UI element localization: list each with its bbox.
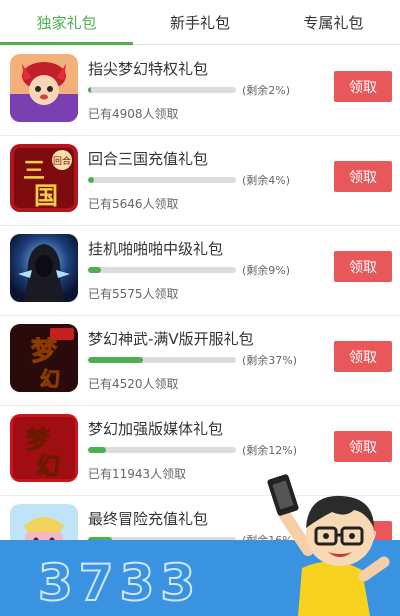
dream-logo-icon: 梦 幻 — [10, 324, 78, 392]
tab-special-gifts[interactable]: 专属礼包 — [267, 0, 400, 44]
gift-title: 回合三国充值礼包 — [88, 150, 209, 168]
svg-text:国: 国 — [34, 182, 58, 210]
claimed-count: 已有5575人领取 — [88, 287, 179, 301]
mascot-character-icon — [262, 458, 400, 616]
tab-exclusive-gifts[interactable]: 独家礼包 — [0, 0, 134, 45]
gift-title: 最终冒险充值礼包 — [88, 510, 209, 528]
remaining-label: (剩余9%) — [242, 264, 291, 277]
svg-text:回合: 回合 — [53, 155, 71, 167]
gift-title: 挂机啪啪啪中级礼包 — [88, 240, 224, 258]
banner-logo: 3733 — [37, 554, 202, 612]
remaining-progress-bar — [88, 87, 236, 93]
tab-bar: 独家礼包 新手礼包 专属礼包 — [0, 0, 400, 45]
svg-text:梦: 梦 — [26, 426, 51, 454]
claimed-count: 已有11943人领取 — [88, 467, 187, 481]
gift-title: 梦幻加强版媒体礼包 — [88, 420, 224, 438]
remaining-label: (剩余12%) — [242, 444, 298, 457]
claimed-count: 已有4908人领取 — [88, 107, 179, 121]
svg-text:幻: 幻 — [36, 452, 60, 480]
remaining-progress-bar — [88, 177, 236, 183]
list-item: 回合 三 国 回合三国充值礼包 (剩余4%) 已有5646人领取 领取 — [0, 136, 400, 226]
claim-button[interactable]: 领取 — [334, 341, 392, 372]
claimed-count: 已有4520人领取 — [88, 377, 179, 391]
remaining-label: (剩余4%) — [242, 174, 291, 187]
gift-title: 指尖梦幻特权礼包 — [88, 60, 209, 78]
list-item: 梦 幻 梦幻神武-满V版开服礼包 (剩余37%) 已有4520人领取 领取 — [0, 316, 400, 406]
list-item: 指尖梦幻特权礼包 (剩余2%) 已有4908人领取 领取 — [0, 46, 400, 136]
tab-newbie-gifts[interactable]: 新手礼包 — [133, 0, 266, 44]
remaining-label: (剩余2%) — [242, 84, 291, 97]
list-item: 挂机啪啪啪中级礼包 (剩余9%) 已有5575人领取 领取 — [0, 226, 400, 316]
gift-title: 梦幻神武-满V版开服礼包 — [88, 330, 254, 348]
remaining-progress-bar — [88, 267, 236, 273]
claimed-count: 已有5646人领取 — [88, 197, 179, 211]
remaining-label: (剩余37%) — [242, 354, 298, 367]
gift-list-screen: 独家礼包 新手礼包 专属礼包 指尖梦幻特权礼包 (剩余2%) 已有4908人领取… — [0, 0, 400, 616]
dream-logo-icon: 梦 幻 — [10, 414, 78, 482]
svg-text:梦: 梦 — [31, 337, 58, 367]
hooded-figure-icon — [10, 234, 78, 302]
remaining-progress-bar — [88, 447, 236, 453]
svg-text:三: 三 — [23, 159, 45, 184]
three-kingdoms-logo-icon: 回合 三 国 — [10, 144, 78, 212]
cartoon-character-icon — [10, 54, 78, 122]
claim-button[interactable]: 领取 — [334, 161, 392, 192]
claim-button[interactable]: 领取 — [334, 71, 392, 102]
svg-text:幻: 幻 — [40, 367, 60, 391]
remaining-progress-bar — [88, 357, 236, 363]
claim-button[interactable]: 领取 — [334, 251, 392, 282]
